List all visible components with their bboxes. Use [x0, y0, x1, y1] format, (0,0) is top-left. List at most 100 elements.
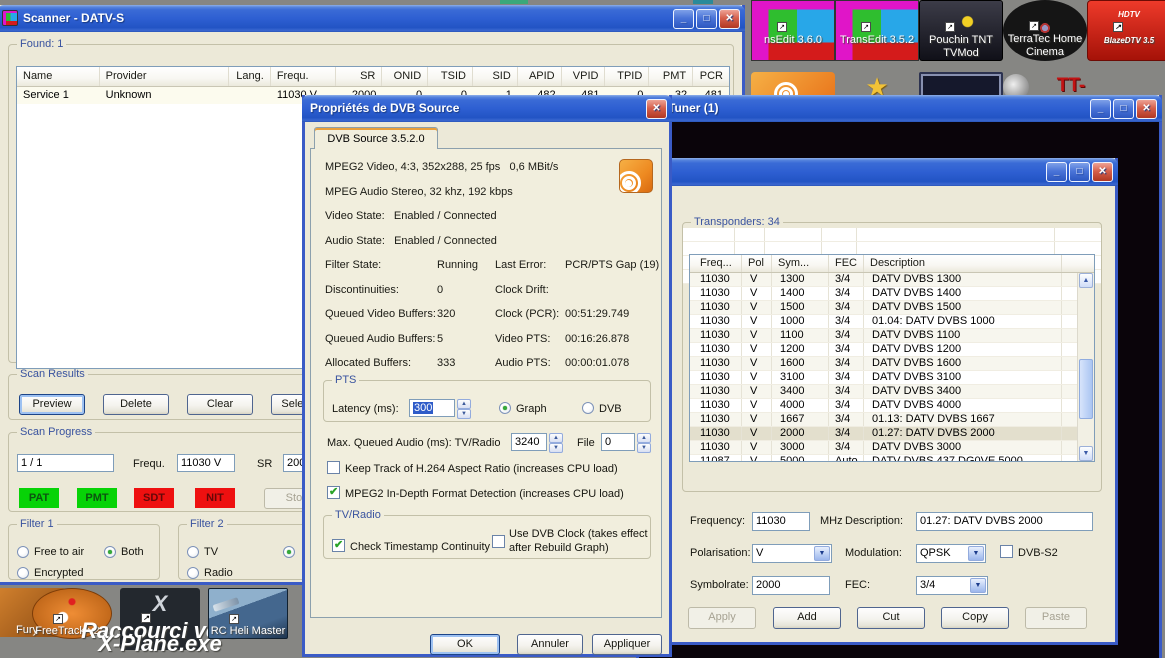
scanner-titlebar[interactable]: Scanner - DATV-S _ □ ✕ — [0, 5, 745, 32]
frequ-field[interactable]: 11030 V — [177, 454, 235, 472]
mpeg2-indepth-checkbox[interactable] — [327, 486, 340, 499]
timestamp-continuity-checkbox[interactable] — [332, 539, 345, 552]
max-queued-tv-stepper[interactable]: ▲▼ — [549, 433, 563, 451]
column-header[interactable]: Lang. — [229, 67, 271, 86]
desktop-icon[interactable]: ↗ nsEdit 3.6.0 — [751, 0, 835, 61]
chevron-down-icon[interactable]: ▼ — [968, 546, 984, 561]
transponder-row[interactable]: 11030 V 3400 3/4 DATV DVBS 3400 — [690, 385, 1077, 399]
column-header[interactable]: FEC — [829, 255, 864, 272]
status-badge: NIT — [195, 488, 235, 508]
column-header[interactable]: Sym... — [772, 255, 829, 272]
minimize-icon[interactable]: _ — [673, 9, 694, 29]
graph-radio[interactable] — [499, 402, 511, 414]
desktop-icon[interactable]: ↗ TerraTec HomeCinema — [1003, 0, 1087, 61]
progress-field[interactable]: 1 / 1 — [17, 454, 114, 472]
column-header[interactable]: VPID — [562, 67, 606, 86]
transponder-row[interactable]: 11030 V 1000 3/4 01.04: DATV DVBS 1000 — [690, 315, 1077, 329]
modulation-select[interactable]: QPSK▼ — [916, 544, 986, 563]
both-radio[interactable] — [104, 546, 116, 558]
column-header[interactable]: TSID — [428, 67, 473, 86]
close-icon[interactable]: ✕ — [646, 99, 667, 119]
column-header[interactable]: SR — [336, 67, 383, 86]
desktop-icon[interactable]: ↗ Pouchin TNTTVMod — [919, 0, 1003, 61]
column-header[interactable]: Description — [864, 255, 1062, 272]
transponder-row[interactable]: 11030 V 2000 3/4 01.27: DATV DVBS 2000 — [690, 427, 1077, 441]
maximize-icon[interactable]: □ — [696, 9, 717, 29]
column-header[interactable]: SID — [473, 67, 518, 86]
edit-button[interactable]: Apply — [688, 607, 756, 629]
h264-aspect-checkbox[interactable] — [327, 461, 340, 474]
column-header[interactable]: Provider — [100, 67, 229, 86]
transponder-row[interactable]: 11030 V 1400 3/4 DATV DVBS 1400 — [690, 287, 1077, 301]
edit-button[interactable]: Cut — [857, 607, 925, 629]
scroll-down-icon[interactable]: ▼ — [1079, 446, 1093, 461]
desktop-icon[interactable]: ↗ TransEdit 3.5.2 — [835, 0, 919, 61]
apply-button[interactable]: Appliquer — [592, 634, 662, 655]
latency-stepper[interactable]: ▲▼ — [457, 399, 471, 417]
transponder-row[interactable]: 11030 V 1100 3/4 DATV DVBS 1100 — [690, 329, 1077, 343]
transponder-row[interactable]: 11030 V 1667 3/4 01.13: DATV DVBS 1667 — [690, 413, 1077, 427]
column-header[interactable]: ONID — [382, 67, 428, 86]
dvb-radio[interactable] — [582, 402, 594, 414]
transponder-row[interactable] — [683, 228, 1101, 242]
close-icon[interactable]: ✕ — [719, 9, 740, 29]
edit-button[interactable]: Paste — [1025, 607, 1087, 629]
maximize-icon[interactable]: □ — [1113, 99, 1134, 119]
cancel-button[interactable]: Annuler — [517, 634, 583, 655]
edit-button[interactable]: Copy — [941, 607, 1009, 629]
scrollbar-thumb[interactable] — [1079, 359, 1093, 419]
radio-radio[interactable] — [187, 567, 199, 579]
transponder-row[interactable]: 11087 V 5000 Auto DATV DVBS 437 DG0VE 50… — [690, 455, 1077, 462]
tuner-titlebar[interactable]: Tuner (1) _ □ ✕ — [636, 95, 1162, 122]
transponder-row[interactable]: 11030 V 1600 3/4 DATV DVBS 1600 — [690, 357, 1077, 371]
minimize-icon[interactable]: _ — [1046, 162, 1067, 182]
cell-pol: V — [742, 301, 772, 314]
scrollbar[interactable]: ▲ ▼ — [1077, 273, 1094, 461]
chevron-down-icon[interactable]: ▼ — [970, 578, 986, 593]
transponder-row[interactable]: 11030 V 1300 3/4 DATV DVBS 1300 — [690, 273, 1077, 287]
max-queued-file-stepper[interactable]: ▲▼ — [637, 433, 651, 451]
dialog-titlebar[interactable]: Propriétés de DVB Source ✕ — [302, 95, 672, 122]
free-to-air-radio[interactable] — [17, 546, 29, 558]
symbolrate-field[interactable]: 2000 — [752, 576, 830, 595]
column-header[interactable]: APID — [518, 67, 562, 86]
dvbs2-checkbox[interactable] — [1000, 545, 1013, 558]
latency-field[interactable]: 300 — [409, 399, 455, 417]
column-header[interactable]: Freq... — [690, 255, 742, 272]
transponder-titlebar[interactable]: _ □ ✕ — [660, 158, 1118, 186]
close-icon[interactable]: ✕ — [1136, 99, 1157, 119]
close-icon[interactable]: ✕ — [1092, 162, 1113, 182]
fec-select[interactable]: 3/4▼ — [916, 576, 988, 595]
column-header[interactable]: PMT — [649, 67, 693, 86]
scan-results-button[interactable]: Delete — [103, 394, 169, 415]
column-header[interactable]: Frequ. — [271, 67, 336, 86]
encrypted-radio[interactable] — [17, 567, 29, 579]
column-header[interactable]: TPID — [605, 67, 649, 86]
scroll-up-icon[interactable]: ▲ — [1079, 273, 1093, 288]
description-field[interactable]: 01.27: DATV DVBS 2000 — [916, 512, 1093, 531]
chevron-down-icon[interactable]: ▼ — [814, 546, 830, 561]
transponder-row[interactable]: 11030 V 3100 3/4 DATV DVBS 3100 — [690, 371, 1077, 385]
transponder-row[interactable]: 11030 V 1200 3/4 DATV DVBS 1200 — [690, 343, 1077, 357]
edit-button[interactable]: Add — [773, 607, 841, 629]
polarisation-select[interactable]: V▼ — [752, 544, 832, 563]
use-dvb-clock-checkbox[interactable] — [492, 535, 505, 548]
transponder-row[interactable]: 11030 V 1500 3/4 DATV DVBS 1500 — [690, 301, 1077, 315]
column-header[interactable]: Pol — [742, 255, 772, 272]
max-queued-tv-field[interactable]: 3240 — [511, 433, 547, 451]
scan-results-button[interactable]: Clear — [187, 394, 253, 415]
scan-results-button[interactable]: Preview — [19, 394, 85, 415]
ok-button[interactable]: OK — [430, 634, 500, 655]
transponder-row[interactable]: 11030 V 4000 3/4 DATV DVBS 4000 — [690, 399, 1077, 413]
filter2-both-radio[interactable] — [283, 546, 295, 558]
tab-dvb-source[interactable]: DVB Source 3.5.2.0 — [314, 127, 438, 149]
max-queued-file-field[interactable]: 0 — [601, 433, 635, 451]
column-header[interactable]: Name — [17, 67, 100, 86]
desktop-icon[interactable]: HDTV↗ BlazeDTV 3.5 — [1087, 0, 1165, 61]
minimize-icon[interactable]: _ — [1090, 99, 1111, 119]
frequency-field[interactable]: 11030 — [752, 512, 810, 531]
tv-radio[interactable] — [187, 546, 199, 558]
maximize-icon[interactable]: □ — [1069, 162, 1090, 182]
transponder-row[interactable]: 11030 V 3000 3/4 DATV DVBS 3000 — [690, 441, 1077, 455]
column-header[interactable]: PCR — [693, 67, 729, 86]
